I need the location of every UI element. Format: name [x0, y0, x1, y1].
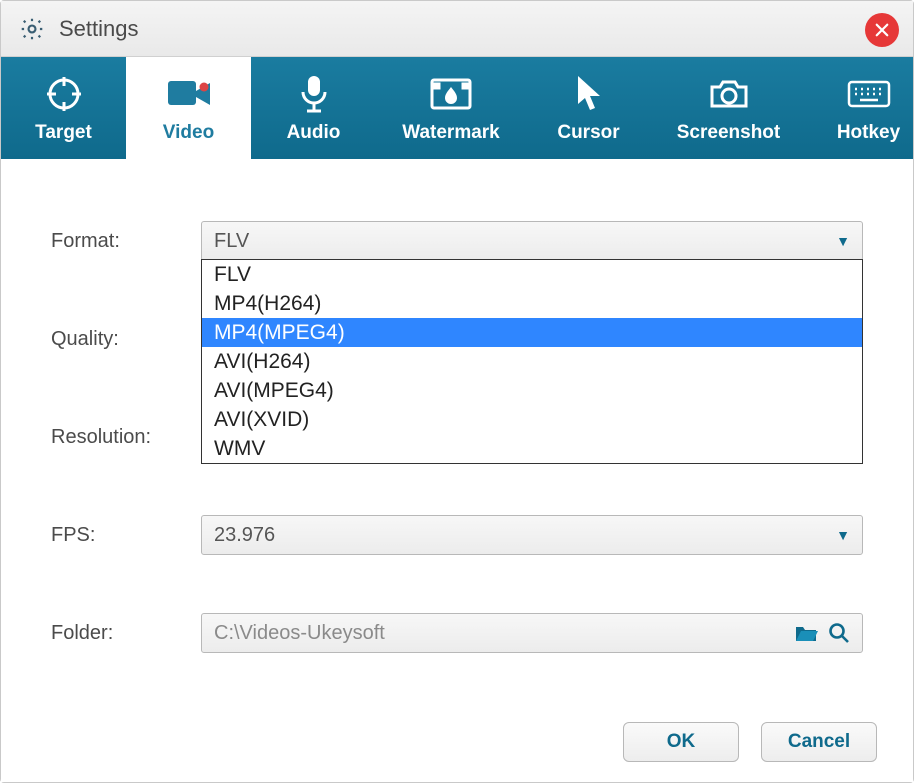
format-select[interactable]: FLV ▼ [201, 221, 863, 261]
tab-label: Hotkey [837, 122, 900, 144]
format-option[interactable]: AVI(XVID) [202, 405, 862, 434]
tabs: Target Video Audio [1, 57, 913, 159]
format-option[interactable]: AVI(MPEG4) [202, 376, 862, 405]
target-icon [44, 72, 84, 116]
folder-input[interactable]: C:\Videos-Ukeysoft [201, 613, 863, 653]
tab-watermark[interactable]: Watermark [376, 57, 526, 159]
browse-button[interactable] [828, 622, 850, 644]
format-dropdown[interactable]: FLV MP4(H264) MP4(MPEG4) AVI(H264) AVI(M… [201, 259, 863, 464]
tab-label: Video [163, 122, 214, 144]
tab-cursor[interactable]: Cursor [526, 57, 651, 159]
keyboard-icon [846, 72, 892, 116]
tab-screenshot[interactable]: Screenshot [651, 57, 806, 159]
chevron-down-icon: ▼ [836, 233, 850, 249]
camera-icon [707, 72, 751, 116]
folder-icon [794, 623, 818, 643]
video-settings-panel: Format: FLV ▼ Quality: Resolution: FPS: … [1, 159, 913, 782]
tab-label: Watermark [402, 122, 500, 144]
ok-button[interactable]: OK [623, 722, 739, 762]
format-option[interactable]: MP4(H264) [202, 289, 862, 318]
tab-label: Audio [287, 122, 341, 144]
fps-row: FPS: 23.976 ▼ [51, 513, 863, 557]
window-title: Settings [59, 16, 139, 42]
format-value: FLV [214, 230, 249, 253]
search-icon [828, 622, 850, 644]
gear-icon [17, 14, 47, 44]
tab-audio[interactable]: Audio [251, 57, 376, 159]
close-icon [873, 21, 891, 39]
tab-label: Target [35, 122, 92, 144]
folder-row: Folder: C:\Videos-Ukeysoft [51, 611, 863, 655]
video-icon [166, 72, 212, 116]
dialog-footer: OK Cancel [623, 722, 877, 762]
format-option[interactable]: AVI(H264) [202, 347, 862, 376]
folder-label: Folder: [51, 622, 201, 645]
close-button[interactable] [865, 13, 899, 47]
fps-label: FPS: [51, 524, 201, 547]
quality-label: Quality: [51, 328, 201, 351]
format-row: Format: FLV ▼ [51, 219, 863, 263]
tab-hotkey[interactable]: Hotkey [806, 57, 914, 159]
tab-target[interactable]: Target [1, 57, 126, 159]
format-option[interactable]: FLV [202, 260, 862, 289]
settings-window: Settings Target [0, 0, 914, 783]
tab-label: Screenshot [677, 122, 780, 144]
resolution-label: Resolution: [51, 426, 201, 449]
folder-path: C:\Videos-Ukeysoft [214, 622, 784, 645]
titlebar: Settings [1, 1, 913, 57]
fps-select[interactable]: 23.976 ▼ [201, 515, 863, 555]
fps-value: 23.976 [214, 524, 275, 547]
open-folder-button[interactable] [794, 623, 818, 643]
chevron-down-icon: ▼ [836, 527, 850, 543]
format-option[interactable]: MP4(MPEG4) [202, 318, 862, 347]
format-label: Format: [51, 230, 201, 253]
folder-actions [794, 622, 850, 644]
microphone-icon [298, 72, 330, 116]
format-option[interactable]: WMV [202, 434, 862, 463]
tab-video[interactable]: Video [126, 57, 251, 159]
cursor-icon [574, 72, 604, 116]
watermark-icon [429, 72, 473, 116]
cancel-button[interactable]: Cancel [761, 722, 877, 762]
tab-label: Cursor [557, 122, 619, 144]
